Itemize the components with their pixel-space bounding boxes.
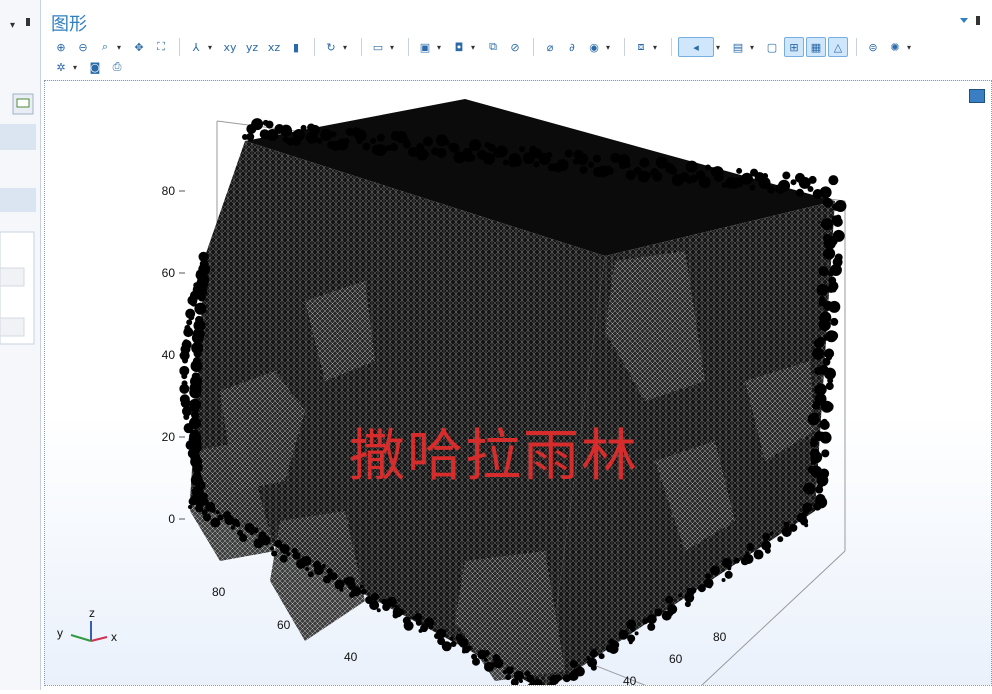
select-box-dropdown-caret[interactable]: ▾ bbox=[437, 43, 445, 52]
xy-view-icon[interactable]: xy bbox=[220, 37, 240, 57]
axis-triad: z y x bbox=[57, 606, 117, 644]
x-tick-label: 80 bbox=[713, 630, 727, 644]
zoom-out-icon[interactable]: ⊖ bbox=[73, 37, 93, 57]
panel-menu-icon bbox=[960, 18, 968, 23]
reset-icon[interactable]: ⊜ bbox=[863, 37, 883, 57]
camera-icon[interactable]: ◙ bbox=[85, 57, 105, 77]
xz-view-icon[interactable]: xz bbox=[264, 37, 284, 57]
zoom-selected-icon[interactable]: ✥ bbox=[129, 37, 149, 57]
z-tick-label: 80 bbox=[162, 184, 176, 198]
left-panel-graphics: ▾ bbox=[0, 18, 36, 345]
zoom-in-icon[interactable]: ⊕ bbox=[51, 37, 71, 57]
toolbar-separator bbox=[624, 38, 625, 56]
graphics-panel: 图形 ⊕ ⊖ ⌕ ▾ ✥ ⛶ ⅄ ▾ xy yz xz ▮ ↻ ▾ ▭ ▾ ▣ ▾ ◘ ▾ ⧉ ⊘ ⌀ ∂ ◉ ▾ ⧈ ▾ ◂ ▾ ▤ ▾ ▢ ⊞… bbox=[41, 0, 992, 690]
porous-mesh-block[interactable] bbox=[179, 99, 847, 685]
triad-y-label: y bbox=[57, 626, 63, 640]
visibility-dropdown-caret[interactable]: ▾ bbox=[606, 43, 614, 52]
panel-title: 图形 bbox=[51, 14, 87, 35]
zoom-box-dropdown-caret[interactable]: ▾ bbox=[117, 43, 125, 52]
clear-selection-icon[interactable]: ⊘ bbox=[505, 37, 525, 57]
toolbar-separator bbox=[179, 38, 180, 56]
axis-orientation-dropdown-caret[interactable]: ▾ bbox=[208, 43, 216, 52]
zoom-box-icon[interactable]: ⌕ bbox=[95, 37, 115, 57]
mesh-render-icon[interactable]: ▦ bbox=[806, 37, 826, 57]
toolbar-separator bbox=[408, 38, 409, 56]
transparency-dropdown-caret[interactable]: ▾ bbox=[653, 43, 661, 52]
settings-dropdown-caret[interactable]: ▾ bbox=[73, 63, 81, 72]
toolbar-separator bbox=[671, 38, 672, 56]
select-box-icon[interactable]: ▣ bbox=[415, 37, 435, 57]
scene-light-dropdown-caret[interactable]: ▾ bbox=[750, 43, 758, 52]
settings-icon[interactable]: ✲ bbox=[51, 57, 71, 77]
graphics-viewport[interactable]: 02040608020406080406080zyx 撒哈拉雨林 bbox=[44, 80, 992, 686]
tree-row-selected bbox=[0, 124, 36, 150]
lights-dropdown-caret[interactable]: ▾ bbox=[716, 43, 724, 52]
triad-x-label: x bbox=[111, 630, 117, 644]
triad-z-label: z bbox=[89, 606, 95, 620]
toolbar-row-1: ⊕ ⊖ ⌕ ▾ ✥ ⛶ ⅄ ▾ xy yz xz ▮ ↻ ▾ ▭ ▾ ▣ ▾ ◘ ▾ ⧉ ⊘ ⌀ ∂ ◉ ▾ ⧈ ▾ ◂ ▾ ▤ ▾ ▢ ⊞ ▦ △ ⊜… bbox=[51, 36, 919, 58]
scene-light-toggle-icon[interactable] bbox=[969, 89, 985, 103]
mesh-scene[interactable]: 02040608020406080406080zyx bbox=[45, 81, 991, 685]
panel-controls[interactable] bbox=[958, 12, 988, 32]
y-tick-label: 40 bbox=[344, 650, 358, 664]
toolbar-separator bbox=[856, 38, 857, 56]
x-tick-label: 60 bbox=[669, 652, 683, 666]
scene-light-icon[interactable]: ▤ bbox=[728, 37, 748, 57]
z-tick-label: 40 bbox=[162, 348, 176, 362]
triangle-render-icon[interactable]: △ bbox=[828, 37, 848, 57]
default-view-icon[interactable]: ▮ bbox=[286, 37, 306, 57]
panel-pin-icon bbox=[976, 16, 980, 25]
axis-orientation-icon[interactable]: ⅄ bbox=[186, 37, 206, 57]
field-1 bbox=[0, 267, 25, 287]
y-tick-label: 60 bbox=[277, 618, 291, 632]
toolbar-separator bbox=[361, 38, 362, 56]
palette-icon[interactable]: ✺ bbox=[885, 37, 905, 57]
hide-icon[interactable]: ⌀ bbox=[540, 37, 560, 57]
lights-icon[interactable]: ◂ bbox=[678, 37, 714, 57]
toolbar-separator bbox=[314, 38, 315, 56]
rotate-icon[interactable]: ↻ bbox=[321, 37, 341, 57]
palette-dropdown-caret[interactable]: ▾ bbox=[907, 43, 915, 52]
link-icon[interactable]: ∂ bbox=[562, 37, 582, 57]
watermark-text: 撒哈拉雨林 bbox=[349, 424, 639, 489]
zoom-extents-icon[interactable]: ⛶ bbox=[151, 37, 171, 57]
print-icon[interactable]: ⎙ bbox=[107, 57, 127, 77]
pin-icon bbox=[26, 18, 30, 26]
transparency-icon[interactable]: ⧈ bbox=[631, 37, 651, 57]
panel-titlebar: 图形 bbox=[41, 8, 992, 35]
folder-icon[interactable]: ▭ bbox=[368, 37, 388, 57]
grid-toggle-icon[interactable]: ⊞ bbox=[784, 37, 804, 57]
z-tick-label: 20 bbox=[162, 430, 176, 444]
z-tick-label: 60 bbox=[162, 266, 176, 280]
panel-menu-caret-icon: ▾ bbox=[10, 20, 15, 31]
x-tick-label: 40 bbox=[623, 674, 637, 685]
selection-mode-dropdown-caret[interactable]: ▾ bbox=[471, 43, 479, 52]
toolbar-separator bbox=[533, 38, 534, 56]
z-tick-label: 0 bbox=[168, 512, 175, 526]
y-tick-label: 80 bbox=[212, 585, 226, 599]
yz-view-icon[interactable]: yz bbox=[242, 37, 262, 57]
wireframe-icon[interactable]: ▢ bbox=[762, 37, 782, 57]
tree-row-highlight bbox=[0, 188, 36, 212]
visibility-icon[interactable]: ◉ bbox=[584, 37, 604, 57]
rotate-dropdown-caret[interactable]: ▾ bbox=[343, 43, 351, 52]
toolbar-row-2: ✲ ▾ ◙ ⎙ bbox=[51, 56, 129, 78]
left-panel: ▾ bbox=[0, 0, 41, 690]
zoom-region-icon[interactable]: ⧉ bbox=[483, 37, 503, 57]
field-2 bbox=[0, 317, 25, 337]
folder-dropdown-caret[interactable]: ▾ bbox=[390, 43, 398, 52]
selection-mode-icon[interactable]: ◘ bbox=[449, 37, 469, 57]
